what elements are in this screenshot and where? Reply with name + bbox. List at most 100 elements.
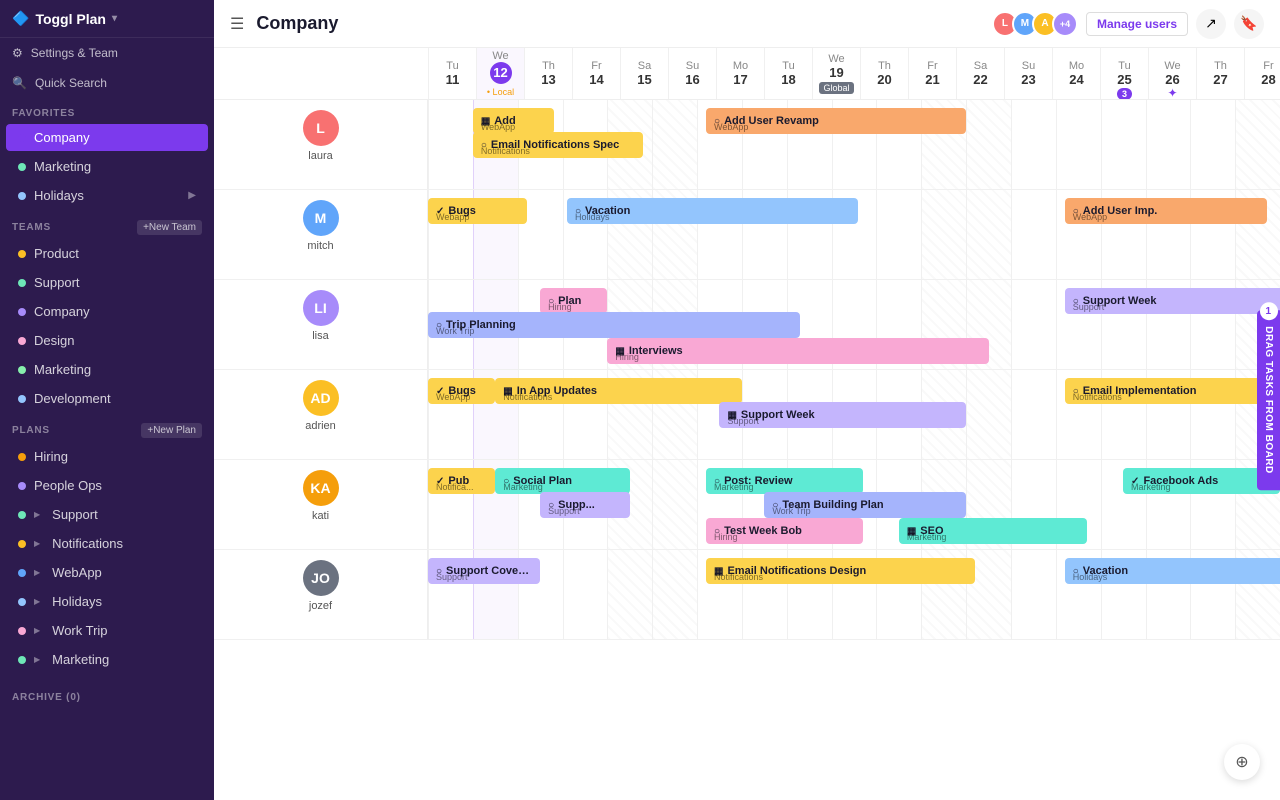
sidebar-item-company-team[interactable]: Company [6, 298, 208, 325]
sidebar-item-marketing-plan[interactable]: ▶ Marketing [6, 646, 208, 673]
task-sub: Hiring [714, 532, 738, 542]
task-sub: Support [727, 416, 759, 426]
work-trip-dot [18, 627, 26, 635]
timeline-adrien: ✓BugsWebApp▦In App UpdatesNotifications ○… [428, 370, 1280, 459]
avatar: L [303, 110, 339, 146]
task-bar[interactable]: ✓BugsWebapp [428, 198, 527, 224]
task-bar[interactable]: ▦InterviewsHiring [607, 338, 988, 364]
hiring-dot [18, 453, 26, 461]
user-name: laura [308, 150, 332, 162]
task-bar[interactable]: ○Supp...Support [540, 492, 630, 518]
task-bar[interactable]: ○VacationHolidays [567, 198, 858, 224]
task-sub: Work Trip [772, 506, 810, 516]
task-bar[interactable]: ✓BugsWebApp [428, 378, 495, 404]
date-col-Th13: Th13 [524, 48, 572, 100]
task-bar[interactable]: ○Support WeekSupport [1065, 288, 1280, 314]
app-logo-icon: 🔷 [12, 10, 29, 27]
cal-row: Llaura ▦AddWebApp ○Add User RevampWebApp ○E… [214, 100, 1280, 190]
topbar: ☰ Company L M A +4 Manage users ↗ 🔖 [214, 0, 1280, 48]
sidebar-item-marketing[interactable]: Marketing [6, 153, 208, 180]
sidebar-item-notifications-plan[interactable]: ▶ Notifications [6, 530, 208, 557]
task-bar[interactable]: ○Test Week BobHiring [706, 518, 863, 544]
task-sub: Marketing [1131, 482, 1171, 492]
search-icon: 🔍 [12, 76, 27, 90]
holidays-plan-arrow: ▶ [34, 597, 40, 606]
task-sub: Marketing [714, 482, 754, 492]
timeline-jozef: ○Support Cover SupportSupport ▦Email Noti… [428, 550, 1280, 639]
new-plan-button[interactable]: +New Plan [141, 423, 202, 438]
task-bar[interactable]: ○Support Cover SupportSupport [428, 558, 540, 584]
date-col-We26: We26✦ [1148, 48, 1196, 100]
task-bar[interactable]: ○Add User RevampWebApp [706, 108, 966, 134]
task-bar[interactable]: ○Email ImplementationNotifications [1065, 378, 1280, 404]
holidays-label: Holidays [34, 188, 84, 203]
company-label: Company [34, 130, 90, 145]
sidebar-item-holidays[interactable]: Holidays ▶ [6, 182, 208, 209]
drag-count: 1 [1260, 302, 1278, 320]
product-dot [18, 250, 26, 258]
sidebar-item-company[interactable]: Company [6, 124, 208, 151]
task-bar[interactable]: ○Team Building PlanWork Trip [764, 492, 966, 518]
timeline-mitch: ✓BugsWebapp ○VacationHolidays ○Add User Im… [428, 190, 1280, 279]
user-cell-mitch: Mmitch [214, 190, 428, 279]
cal-row: Mmitch✓BugsWebapp ○VacationHolidays ○Add U… [214, 190, 1280, 280]
new-team-button[interactable]: +New Team [137, 220, 202, 235]
task-bar[interactable]: ▦AddWebApp [473, 108, 554, 134]
user-name: jozef [309, 600, 332, 612]
settings-team-label: Settings & Team [31, 46, 118, 60]
webapp-label: WebApp [52, 565, 102, 580]
task-bar[interactable]: ✓PubNotifica... [428, 468, 495, 494]
avatar-overflow: +4 [1052, 11, 1078, 37]
sidebar-header[interactable]: 🔷 Toggl Plan ▾ [0, 0, 214, 38]
zoom-button[interactable]: ⊕ [1224, 744, 1260, 780]
sidebar-item-marketing-team[interactable]: Marketing [6, 356, 208, 383]
settings-team-item[interactable]: ⚙ Settings & Team [0, 38, 214, 68]
sidebar-item-people-ops[interactable]: People Ops [6, 472, 208, 499]
manage-users-button[interactable]: Manage users [1086, 12, 1188, 36]
task-bar[interactable]: ○Add User Imp.WebApp [1065, 198, 1267, 224]
sidebar-item-work-trip[interactable]: ▶ Work Trip [6, 617, 208, 644]
notif-arrow: ▶ [34, 539, 40, 548]
date-col-Fr28: Fr28 [1244, 48, 1280, 100]
task-sub: WebApp [714, 122, 748, 132]
sidebar-item-hiring[interactable]: Hiring [6, 443, 208, 470]
task-bar[interactable]: ▦SEOMarketing [899, 518, 1087, 544]
task-sub: Support [1073, 302, 1105, 312]
task-bar[interactable]: ○Social PlanMarketing [495, 468, 630, 494]
sidebar-item-support[interactable]: Support [6, 269, 208, 296]
drag-tasks-panel[interactable]: 1 DRAG TASKS FROM BOARD [1257, 310, 1280, 490]
sidebar-item-product[interactable]: Product [6, 240, 208, 267]
task-bar[interactable]: ○VacationHolidays [1065, 558, 1280, 584]
calendar-body: Llaura ▦AddWebApp ○Add User RevampWebApp ○E… [214, 100, 1280, 800]
sidebar-item-support-plan[interactable]: ▶ Support [6, 501, 208, 528]
quick-search-item[interactable]: 🔍 Quick Search [0, 68, 214, 98]
sidebar-item-design[interactable]: Design [6, 327, 208, 354]
calendar-header: Tu11We12• LocalTh13Fr14Sa15Su16Mo17Tu18W… [214, 48, 1280, 100]
task-bar[interactable]: ○Trip PlanningWork Trip [428, 312, 800, 338]
bookmark-icon[interactable]: 🔖 [1234, 9, 1264, 39]
date-col-Su16: Su16 [668, 48, 716, 100]
teams-label: TEAMS [12, 222, 51, 233]
task-bar[interactable]: ▦In App UpdatesNotifications [495, 378, 742, 404]
task-bar[interactable]: ▦Support WeekSupport [719, 402, 966, 428]
share-icon[interactable]: ↗ [1196, 9, 1226, 39]
sidebar-item-holidays-plan[interactable]: ▶ Holidays [6, 588, 208, 615]
date-col-Tu25: Tu253 [1100, 48, 1148, 100]
date-col-Sa15: Sa15 [620, 48, 668, 100]
task-bar[interactable]: ▦Email Notifications DesignNotifications [706, 558, 975, 584]
support-label: Support [34, 275, 80, 290]
marketing-plan-dot [18, 656, 26, 664]
task-bar[interactable]: ○Email Notifications SpecNotifications [473, 132, 643, 158]
date-col-Mo24: Mo24 [1052, 48, 1100, 100]
task-bar[interactable]: ○PlanHiring [540, 288, 607, 314]
task-sub: Notifica... [436, 482, 474, 492]
sidebar-item-webapp[interactable]: ▶ WebApp [6, 559, 208, 586]
sidebar-item-development[interactable]: Development [6, 385, 208, 412]
people-ops-label: People Ops [34, 478, 102, 493]
task-bar[interactable]: ○Post: ReviewMarketing [706, 468, 863, 494]
date-col-Mo17: Mo17 [716, 48, 764, 100]
avatar: LI [303, 290, 339, 326]
hamburger-icon[interactable]: ☰ [230, 14, 244, 34]
favorites-label: FAVORITES [0, 98, 214, 123]
webapp-arrow: ▶ [34, 568, 40, 577]
